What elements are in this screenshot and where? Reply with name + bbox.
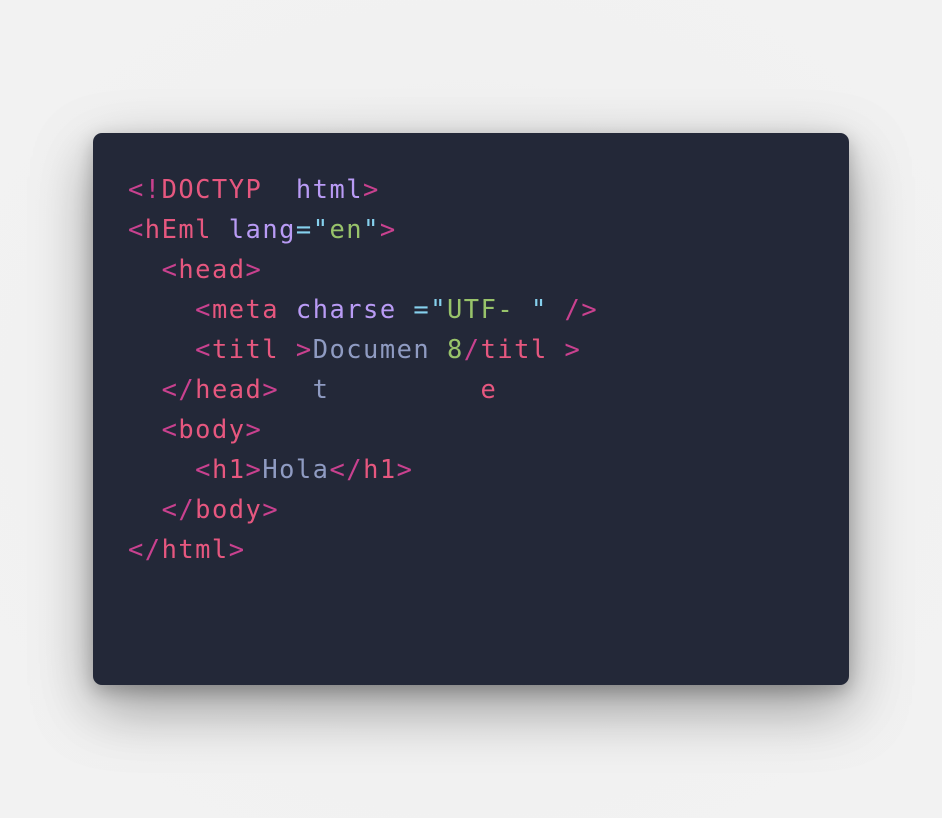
code-block: <!DOCTYP html> <hEml lang="en"> <head> <m… <box>128 169 598 569</box>
code-token-punct: </ <box>128 534 162 564</box>
code-token-tag: hEml <box>144 214 212 244</box>
code-line: </head> t e <box>128 369 598 409</box>
code-line: <body> <box>128 409 598 449</box>
code-token-punct: /> <box>564 294 599 324</box>
code-token-str: UTF- <box>447 294 531 324</box>
code-token-attr: html <box>295 174 364 204</box>
code-line: <meta charse ="UTF- " /> <box>128 289 598 329</box>
code-token-tag: body <box>195 494 263 524</box>
code-line: <head> <box>128 249 598 289</box>
code-token-punct: </ <box>329 454 364 484</box>
code-token-tag: titl <box>211 334 280 364</box>
code-token-op: " <box>363 214 380 244</box>
code-token-punct: > <box>564 334 582 364</box>
code-token-tag: meta <box>211 294 280 324</box>
code-token-op: " <box>312 214 330 244</box>
code-token-text: Documen <box>312 334 447 364</box>
code-token-tag: head <box>178 254 246 284</box>
code-token-punct: > <box>379 214 397 244</box>
code-line: <hEml lang="en"> <box>128 209 598 249</box>
code-token-attr: lang <box>228 214 296 244</box>
code-line: </html> <box>128 529 598 569</box>
code-token-op: " <box>430 294 447 324</box>
code-token-punct: > <box>228 534 246 564</box>
code-line: <!DOCTYP html> <box>128 169 598 209</box>
code-token-punct: < <box>195 334 212 364</box>
code-token-op: = <box>396 294 431 324</box>
code-token-punct: > <box>262 374 280 404</box>
code-token-text: Hola <box>262 454 330 484</box>
code-token-punct: > <box>245 414 263 444</box>
code-token-punct: < <box>161 414 179 444</box>
code-token-str: en <box>329 214 364 244</box>
code-token-tag: html <box>161 534 229 564</box>
code-token-punct: <! <box>128 174 162 204</box>
code-token-tag: body <box>178 414 246 444</box>
code-line: <h1>Hola</h1> <box>128 449 598 489</box>
code-token-punct: < <box>195 454 212 484</box>
code-token-punct: </ <box>161 494 196 524</box>
code-token-punct: > <box>363 174 380 204</box>
code-token-tag: head <box>195 374 263 404</box>
code-token-punct: > <box>396 454 414 484</box>
code-token-punct: > <box>295 334 313 364</box>
code-token-tag: DOCTYP <box>161 174 296 204</box>
code-token-tag: h1 <box>363 454 397 484</box>
code-line: </body> <box>128 489 598 529</box>
code-token-str: 8 <box>447 334 464 364</box>
code-token-punct: > <box>262 494 280 524</box>
code-token-text: t <box>279 374 481 404</box>
code-token-punct: / <box>463 334 481 364</box>
code-token-tag: titl <box>480 334 548 364</box>
code-token-tag: h1 <box>211 454 246 484</box>
code-token-attr: charse <box>295 294 397 324</box>
code-token-op: " <box>530 294 548 324</box>
code-window: <!DOCTYP html> <hEml lang="en"> <head> <m… <box>93 133 849 685</box>
code-token-tag: e <box>480 374 498 404</box>
code-token-punct: > <box>245 254 263 284</box>
code-token-punct: > <box>245 454 263 484</box>
code-token-op: = <box>295 214 313 244</box>
code-token-punct: </ <box>161 374 196 404</box>
code-token-punct: < <box>195 294 212 324</box>
code-token-punct: < <box>161 254 179 284</box>
code-token-punct: < <box>128 214 145 244</box>
code-line: <titl >Documen 8/titl > <box>128 329 598 369</box>
